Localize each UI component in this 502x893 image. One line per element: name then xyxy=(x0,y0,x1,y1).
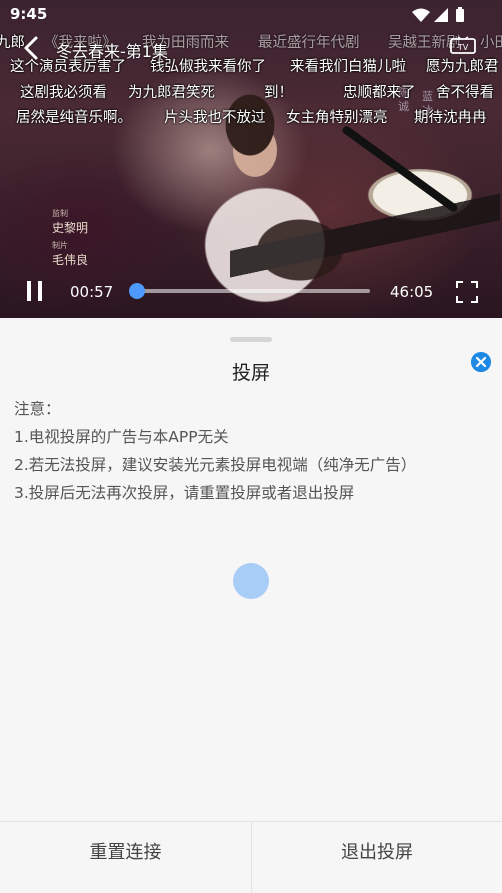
danmaku-comment: 期待沈冉冉 xyxy=(414,110,487,126)
pause-icon[interactable] xyxy=(24,280,46,302)
drag-handle[interactable] xyxy=(230,337,272,342)
danmaku-comment: 片头我也不放过 xyxy=(164,110,266,126)
video-player[interactable]: 监制 史黎明 制片 毛伟良 陈诚 蓝冰 九郎 《我来啦》 我为田雨而来 最近盛行年代剧… xyxy=(0,0,502,318)
loading-spinner xyxy=(233,563,269,599)
cast-sheet: 投屏 注意： 1.电视投屏的广告与本APP无关 2.若无法投屏，建议安装光元素投… xyxy=(0,320,502,893)
tv-cast-icon[interactable]: TV xyxy=(450,36,476,56)
progress-thumb[interactable] xyxy=(128,283,145,299)
sheet-title: 投屏 xyxy=(231,362,270,384)
danmaku-comment: 到！ xyxy=(264,85,293,101)
current-time: 00:57 xyxy=(70,283,114,301)
danmaku-comment: 居然是纯音乐啊。 xyxy=(16,110,132,126)
sheet-footer: 重置连接 退出投屏 xyxy=(0,821,502,893)
svg-text:TV: TV xyxy=(457,43,469,52)
fullscreen-icon[interactable] xyxy=(456,281,478,303)
danmaku-comment: 这剧我必须看 xyxy=(20,85,107,101)
reset-connection-button[interactable]: 重置连接 xyxy=(0,822,251,879)
credit-role: 监制 xyxy=(52,209,68,218)
danmaku-comment: 来看我们白猫儿啦 xyxy=(290,59,406,75)
note-line: 1.电视投屏的广告与本APP无关 xyxy=(14,428,229,446)
close-icon[interactable] xyxy=(471,352,491,372)
episode-title: 冬去春来-第1集 xyxy=(56,42,168,61)
note-line: 2.若无法投屏，建议安装光元素投屏电视端（纯净无广告） xyxy=(14,456,417,474)
danmaku-comment: 舍不得看 xyxy=(436,85,494,101)
battery-icon xyxy=(456,9,464,22)
danmaku-comment: 最近盛行年代剧 xyxy=(258,35,360,51)
danmaku-comment: 为九郎君笑死 xyxy=(128,85,215,101)
note-line: 3.投屏后无法再次投屏，请重置投屏或者退出投屏 xyxy=(14,484,355,502)
danmaku-comment: 忠顺都来了 xyxy=(343,85,416,101)
opening-credits: 监制 史黎明 制片 毛伟良 xyxy=(52,208,88,272)
status-icons xyxy=(412,7,464,22)
exit-cast-button[interactable]: 退出投屏 xyxy=(252,822,502,879)
note-heading: 注意： xyxy=(14,400,61,418)
back-icon[interactable] xyxy=(20,34,44,62)
total-time: 46:05 xyxy=(390,283,434,301)
progress-bar[interactable] xyxy=(128,283,370,299)
danmaku-comment: 女主角特别漂亮 xyxy=(286,110,388,126)
status-time: 9:45 xyxy=(10,5,48,23)
danmaku-comment: 愿为九郎君 xyxy=(426,59,499,75)
credit-name: 毛伟良 xyxy=(52,253,89,267)
signal-icon xyxy=(434,8,448,22)
credit-name: 史黎明 xyxy=(52,221,89,235)
wifi-icon xyxy=(412,8,430,22)
credit-role: 制片 xyxy=(52,241,68,250)
status-bar: 9:45 xyxy=(0,0,502,30)
danmaku-comment: 小田 xyxy=(480,35,502,51)
